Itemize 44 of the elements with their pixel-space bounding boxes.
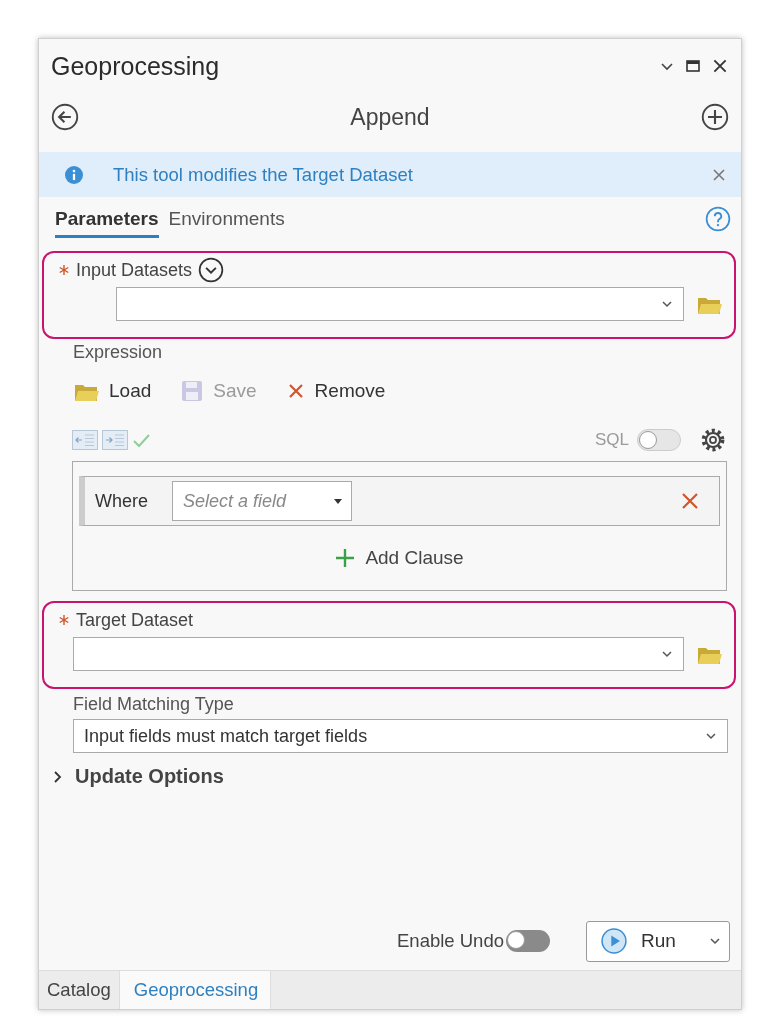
placeholder-text: Select a field: [183, 490, 287, 512]
tab[interactable]: Catalog: [39, 971, 119, 1009]
back-icon[interactable]: [51, 103, 79, 131]
help-icon[interactable]: [705, 206, 731, 232]
caret-icon: [53, 770, 63, 783]
clause-keyword: Where: [95, 490, 148, 512]
sql-label: SQL: [594, 430, 629, 450]
action-button[interactable]: Remove: [286, 380, 386, 402]
play-icon: [601, 928, 627, 954]
save-icon: [181, 380, 204, 402]
parameter-label: Field Matching Type: [72, 692, 235, 716]
window-title: Geoprocessing: [51, 51, 221, 81]
chevron-down-icon: [705, 730, 717, 742]
undo-label: Enable Undo: [397, 930, 504, 952]
field-dropdown[interactable]: Select a field: [172, 481, 352, 521]
tab[interactable]: Geoprocessing: [118, 971, 272, 1009]
dropdown-icon: [333, 496, 343, 506]
dropdown[interactable]: Input fields must match target fields: [73, 719, 728, 753]
tool-title: Append: [349, 103, 431, 131]
plus-icon: [335, 548, 356, 568]
settings-icon[interactable]: [699, 426, 727, 454]
run-button[interactable]: Run: [586, 920, 730, 962]
close-icon: [286, 382, 305, 400]
toggle-switch[interactable]: [506, 930, 550, 952]
action-button[interactable]: Load: [73, 380, 152, 402]
info-icon: [65, 165, 83, 184]
add-clause-button[interactable]: Add Clause: [335, 547, 464, 569]
chevron-down-icon: [661, 648, 673, 660]
maximize-icon[interactable]: [685, 58, 701, 74]
expand-icon[interactable]: [198, 257, 225, 283]
chevron-down-icon: [661, 298, 673, 310]
parameter-label: Expression: [72, 340, 164, 364]
close-icon[interactable]: [711, 57, 729, 75]
dataset-combobox[interactable]: [73, 637, 684, 671]
tab[interactable]: Environments: [168, 200, 285, 238]
chevron-down-icon: [709, 935, 721, 947]
info-text: This tool modifies the Target Dataset: [113, 163, 414, 186]
parameter-label: Target Dataset: [76, 609, 194, 631]
section-header[interactable]: Update Options: [53, 765, 741, 788]
add-icon[interactable]: [701, 103, 729, 131]
tab[interactable]: Parameters: [55, 200, 159, 238]
delete-icon[interactable]: [681, 492, 699, 510]
toggle-switch[interactable]: [637, 429, 681, 451]
parameter-label: Input Datasets: [76, 259, 193, 281]
